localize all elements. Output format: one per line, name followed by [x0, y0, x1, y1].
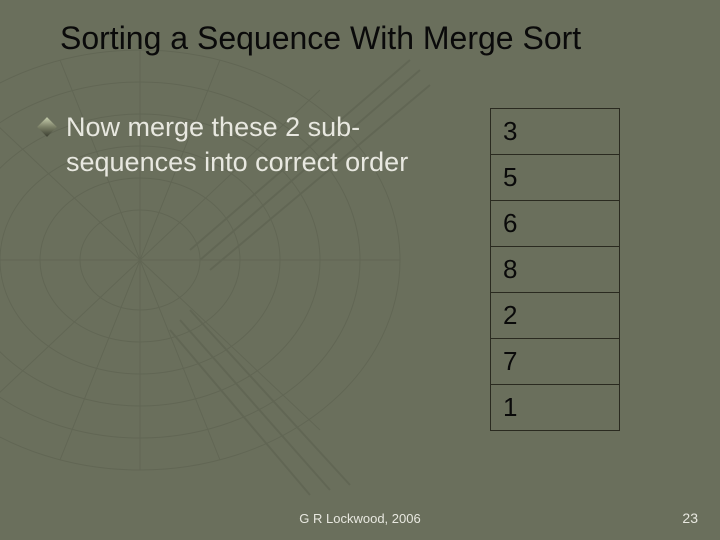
table-cell: 2 [491, 293, 620, 339]
table-cell: 7 [491, 339, 620, 385]
table-cell: 5 [491, 155, 620, 201]
table-row: 1 [491, 385, 620, 431]
table-row: 5 [491, 155, 620, 201]
table-row: 8 [491, 247, 620, 293]
table-row: 3 [491, 109, 620, 155]
table-row: 7 [491, 339, 620, 385]
diamond-bullet-icon [37, 117, 57, 137]
page-number: 23 [682, 510, 698, 526]
table-cell: 6 [491, 201, 620, 247]
slide-title: Sorting a Sequence With Merge Sort [60, 20, 700, 57]
table-row: 6 [491, 201, 620, 247]
table-cell: 1 [491, 385, 620, 431]
table-row: 2 [491, 293, 620, 339]
footer-credit: G R Lockwood, 2006 [0, 511, 720, 526]
table-cell: 8 [491, 247, 620, 293]
sequence-table: 3 5 6 8 2 7 1 [490, 108, 620, 431]
bullet-text: Now merge these 2 sub-sequences into cor… [66, 110, 436, 180]
table-cell: 3 [491, 109, 620, 155]
